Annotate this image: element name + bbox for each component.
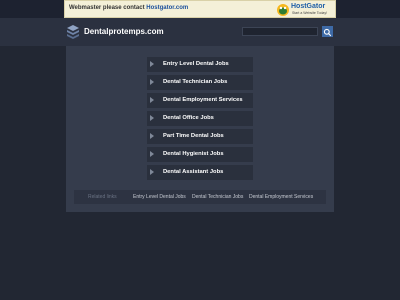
arrow-icon xyxy=(150,169,154,175)
main-panel: Entry Level Dental Jobs Dental Technicia… xyxy=(66,46,334,212)
related-link[interactable]: Dental Technician Jobs xyxy=(192,194,243,200)
arrow-icon xyxy=(150,79,154,85)
related-links-label: Related links xyxy=(88,194,117,200)
search-input[interactable] xyxy=(242,27,318,36)
link-item[interactable]: Dental Office Jobs xyxy=(147,111,253,126)
related-links-bar: Related links Entry Level Dental Jobs De… xyxy=(74,190,326,204)
link-item[interactable]: Dental Technician Jobs xyxy=(147,75,253,90)
link-item[interactable]: Dental Hygienist Jobs xyxy=(147,147,253,162)
ad-link[interactable]: Hostgator.com xyxy=(146,5,188,11)
link-item[interactable]: Dental Assistant Jobs xyxy=(147,165,253,180)
hostgator-tagline: Start a Website Today! xyxy=(292,11,328,15)
stack-icon xyxy=(67,25,79,39)
arrow-icon xyxy=(150,61,154,67)
link-label: Dental Hygienist Jobs xyxy=(163,151,224,157)
related-link[interactable]: Entry Level Dental Jobs xyxy=(133,194,186,200)
link-label: Dental Office Jobs xyxy=(163,115,214,121)
arrow-icon xyxy=(150,151,154,157)
related-link[interactable]: Dental Employment Services xyxy=(249,194,313,200)
arrow-icon xyxy=(150,115,154,121)
link-label: Dental Assistant Jobs xyxy=(163,169,224,175)
search-button[interactable] xyxy=(322,26,333,37)
arrow-icon xyxy=(150,97,154,103)
ad-message: Webmaster please contact xyxy=(69,5,147,11)
hosting-ad-banner[interactable]: Webmaster please contact Hostgator.com H… xyxy=(64,0,336,18)
search-icon xyxy=(323,28,332,37)
site-title[interactable]: Dentalprotemps.com xyxy=(84,27,164,36)
gator-icon xyxy=(277,4,289,16)
site-header: Dentalprotemps.com xyxy=(0,18,400,46)
link-label: Entry Level Dental Jobs xyxy=(163,61,229,67)
link-item[interactable]: Dental Employment Services xyxy=(147,93,253,108)
ad-text: Webmaster please contact Hostgator.com xyxy=(69,5,188,11)
top-bar: Webmaster please contact Hostgator.com H… xyxy=(0,0,400,18)
link-label: Part Time Dental Jobs xyxy=(163,133,224,139)
arrow-icon xyxy=(150,133,154,139)
link-label: Dental Employment Services xyxy=(163,97,243,103)
link-item[interactable]: Part Time Dental Jobs xyxy=(147,129,253,144)
link-item[interactable]: Entry Level Dental Jobs xyxy=(147,57,253,72)
link-label: Dental Technician Jobs xyxy=(163,79,228,85)
hostgator-name: HostGator xyxy=(291,3,326,10)
hostgator-logo[interactable]: HostGator Start a Website Today! xyxy=(276,2,332,17)
